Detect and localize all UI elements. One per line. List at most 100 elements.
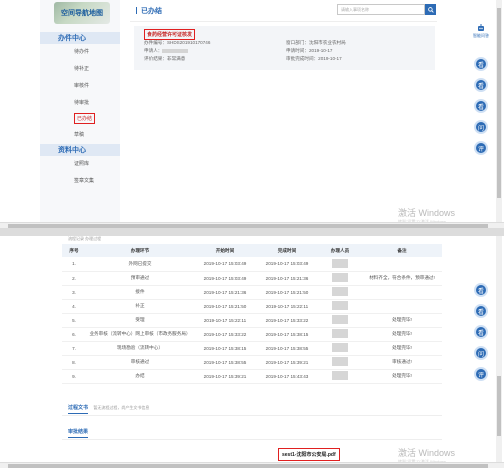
sidebar-item-pending[interactable]: 待办件	[40, 45, 120, 57]
table-row: 7. 现场勘验（流转中心） 2019-10-17 15:38:15 2019-10-1…	[62, 341, 442, 356]
dock-button-view[interactable]: 看	[474, 283, 488, 297]
case-card[interactable]: 食药经营许可证核发 办件编号：SHDS201910170746 申请人： 评价结…	[134, 26, 435, 70]
redacted-handler	[332, 329, 348, 338]
dock-button-view-2[interactable]: 看	[474, 78, 488, 92]
dock-button-view[interactable]: 看	[474, 57, 488, 71]
redacted-value	[162, 48, 189, 53]
row-no: 9.	[62, 369, 86, 384]
scrollbar-thumb[interactable]	[497, 8, 501, 198]
dock-button-rate[interactable]: 评	[474, 141, 488, 155]
robot-icon	[478, 24, 484, 31]
title-bar-marker	[136, 7, 137, 14]
search-button[interactable]	[425, 4, 436, 15]
result-section: 审批结果	[62, 426, 442, 440]
row-handler	[318, 341, 362, 356]
row-step: 外网已提交	[86, 257, 194, 272]
search-icon	[427, 6, 434, 13]
row-end: 2019-10-17 15:21:50	[256, 285, 318, 300]
row-step: 业务审核（流转中心）网上审核（市政务服务局）	[86, 327, 194, 342]
window-top: 空间导航地图 办件中心 待办件 待补正 审核件 待审批 已办结 草稿 资料中心 …	[0, 0, 504, 228]
sidebar-item-review[interactable]: 审核件	[40, 79, 120, 91]
row-start: 2019-10-17 15:21:50	[194, 299, 256, 314]
sidebar-item-draft[interactable]: 草稿	[40, 128, 120, 140]
dock-button-view-3[interactable]: 看	[474, 99, 488, 113]
dock-button-rate[interactable]: 评	[474, 367, 488, 381]
table-row: 3. 接件 2019-10-17 15:21:36 2019-10-17 15:21:…	[62, 285, 442, 300]
redacted-handler	[332, 287, 348, 296]
result-file-link[interactable]: sest1-沈阳市公安局.pdf	[278, 448, 340, 461]
row-no: 1.	[62, 257, 86, 272]
row-end: 2019-10-17 15:21:36	[256, 271, 318, 286]
dock-button-view-2[interactable]: 看	[474, 304, 488, 318]
scrollbar-thumb[interactable]	[8, 464, 488, 468]
search-input[interactable]: 请输入事项名称	[337, 4, 425, 15]
redacted-handler	[332, 301, 348, 310]
page-title: 已办结	[141, 7, 162, 15]
row-start: 2019-10-17 15:33:22	[194, 327, 256, 342]
row-no: 4.	[62, 299, 86, 314]
row-end: 2019-10-17 15:38:55	[256, 341, 318, 356]
row-start: 2019-10-17 15:03:49	[194, 257, 256, 272]
row-note	[362, 257, 442, 272]
case-apply-time: 申请时间：2019-10-17	[286, 48, 333, 53]
sidebar-item-label: 证照库	[74, 160, 90, 167]
row-note: 处理完毕!	[362, 313, 442, 328]
sidebar-item-label: 签章文集	[74, 177, 95, 184]
case-department: 窗口部门：沈阳市农业农村局	[286, 40, 346, 45]
row-end: 2019-10-17 15:43:43	[256, 369, 318, 384]
case-finish-time: 审批完成时间：2019-10-17	[286, 56, 342, 61]
header-handler: 办理人员	[318, 244, 362, 257]
dock-button-ask[interactable]: 问	[474, 120, 488, 134]
sidebar-section-office[interactable]: 办件中心	[40, 32, 120, 44]
sidebar-item-certificates[interactable]: 证照库	[40, 157, 120, 169]
row-no: 5.	[62, 313, 86, 328]
tab-process-docs[interactable]: 过程文书	[68, 402, 89, 414]
sidebar: 空间导航地图 办件中心 待办件 待补正 审核件 待审批 已办结 草稿 资料中心 …	[40, 0, 120, 222]
case-title[interactable]: 食药经营许可证核发	[144, 29, 196, 40]
dock-button-view-3[interactable]: 看	[474, 325, 488, 339]
row-end: 2019-10-17 15:03:49	[256, 257, 318, 272]
row-start: 2019-10-17 15:38:55	[194, 355, 256, 370]
row-note: 审核通过!	[362, 355, 442, 370]
sidebar-item-label: 待审批	[74, 99, 90, 106]
header-note: 备注	[362, 244, 442, 257]
sidebar-item-approve[interactable]: 待审批	[40, 96, 120, 108]
row-note	[362, 285, 442, 300]
sidebar-item-label: 待办件	[74, 48, 90, 55]
sidebar-item-signatures[interactable]: 签章文集	[40, 174, 120, 186]
row-end: 2019-10-17 15:33:22	[256, 313, 318, 328]
case-number: 办件编号：SHDS201910170746	[144, 40, 211, 45]
documents-section: 过程文书 暂无流程过程，尚产生文书信息	[62, 402, 442, 416]
row-note: 处理完毕!	[362, 369, 442, 384]
dock-button-ask[interactable]: 问	[474, 346, 488, 360]
horizontal-scrollbar[interactable]	[0, 462, 504, 468]
row-handler	[318, 355, 362, 370]
row-note: 处理完毕!	[362, 341, 442, 356]
sidebar-item-completed[interactable]: 已办结	[40, 112, 120, 124]
row-note: 处理完毕!	[362, 327, 442, 342]
header-no: 序号	[62, 244, 86, 257]
process-panel: 流程记录 办理过程 序号 办理环节 开始时间 完成时间 办理人员 备注 1. 外网…	[62, 236, 442, 468]
header-start: 开始时间	[194, 244, 256, 257]
sidebar-section-materials[interactable]: 资料中心	[40, 144, 120, 156]
process-tabs[interactable]: 流程记录 办理过程	[62, 236, 442, 244]
row-note: 材料齐全，符合条件，预审通过!	[362, 271, 442, 286]
table-row: 5. 受理 2019-10-17 15:22:11 2019-10-17 15:33:…	[62, 313, 442, 328]
sidebar-item-label: 待补正	[74, 65, 90, 72]
row-handler	[318, 369, 362, 384]
row-step: 受理	[86, 313, 194, 328]
row-start: 2019-10-17 15:38:15	[194, 341, 256, 356]
row-no: 7.	[62, 341, 86, 356]
assistant-dock: 看 看 看 问 评	[466, 276, 496, 441]
vertical-scrollbar[interactable]	[496, 0, 502, 222]
sidebar-item-correction[interactable]: 待补正	[40, 62, 120, 74]
row-step: 预审通过	[86, 271, 194, 286]
divider	[0, 228, 504, 236]
header-step: 办理环节	[86, 244, 194, 257]
row-step: 补正	[86, 299, 194, 314]
dock-header[interactable]: 智能问答	[466, 20, 496, 50]
sidebar-item-label: 草稿	[74, 131, 85, 138]
tab-approval-result[interactable]: 审批结果	[68, 426, 89, 438]
vertical-scrollbar[interactable]	[496, 236, 502, 462]
scrollbar-thumb[interactable]	[497, 376, 501, 436]
